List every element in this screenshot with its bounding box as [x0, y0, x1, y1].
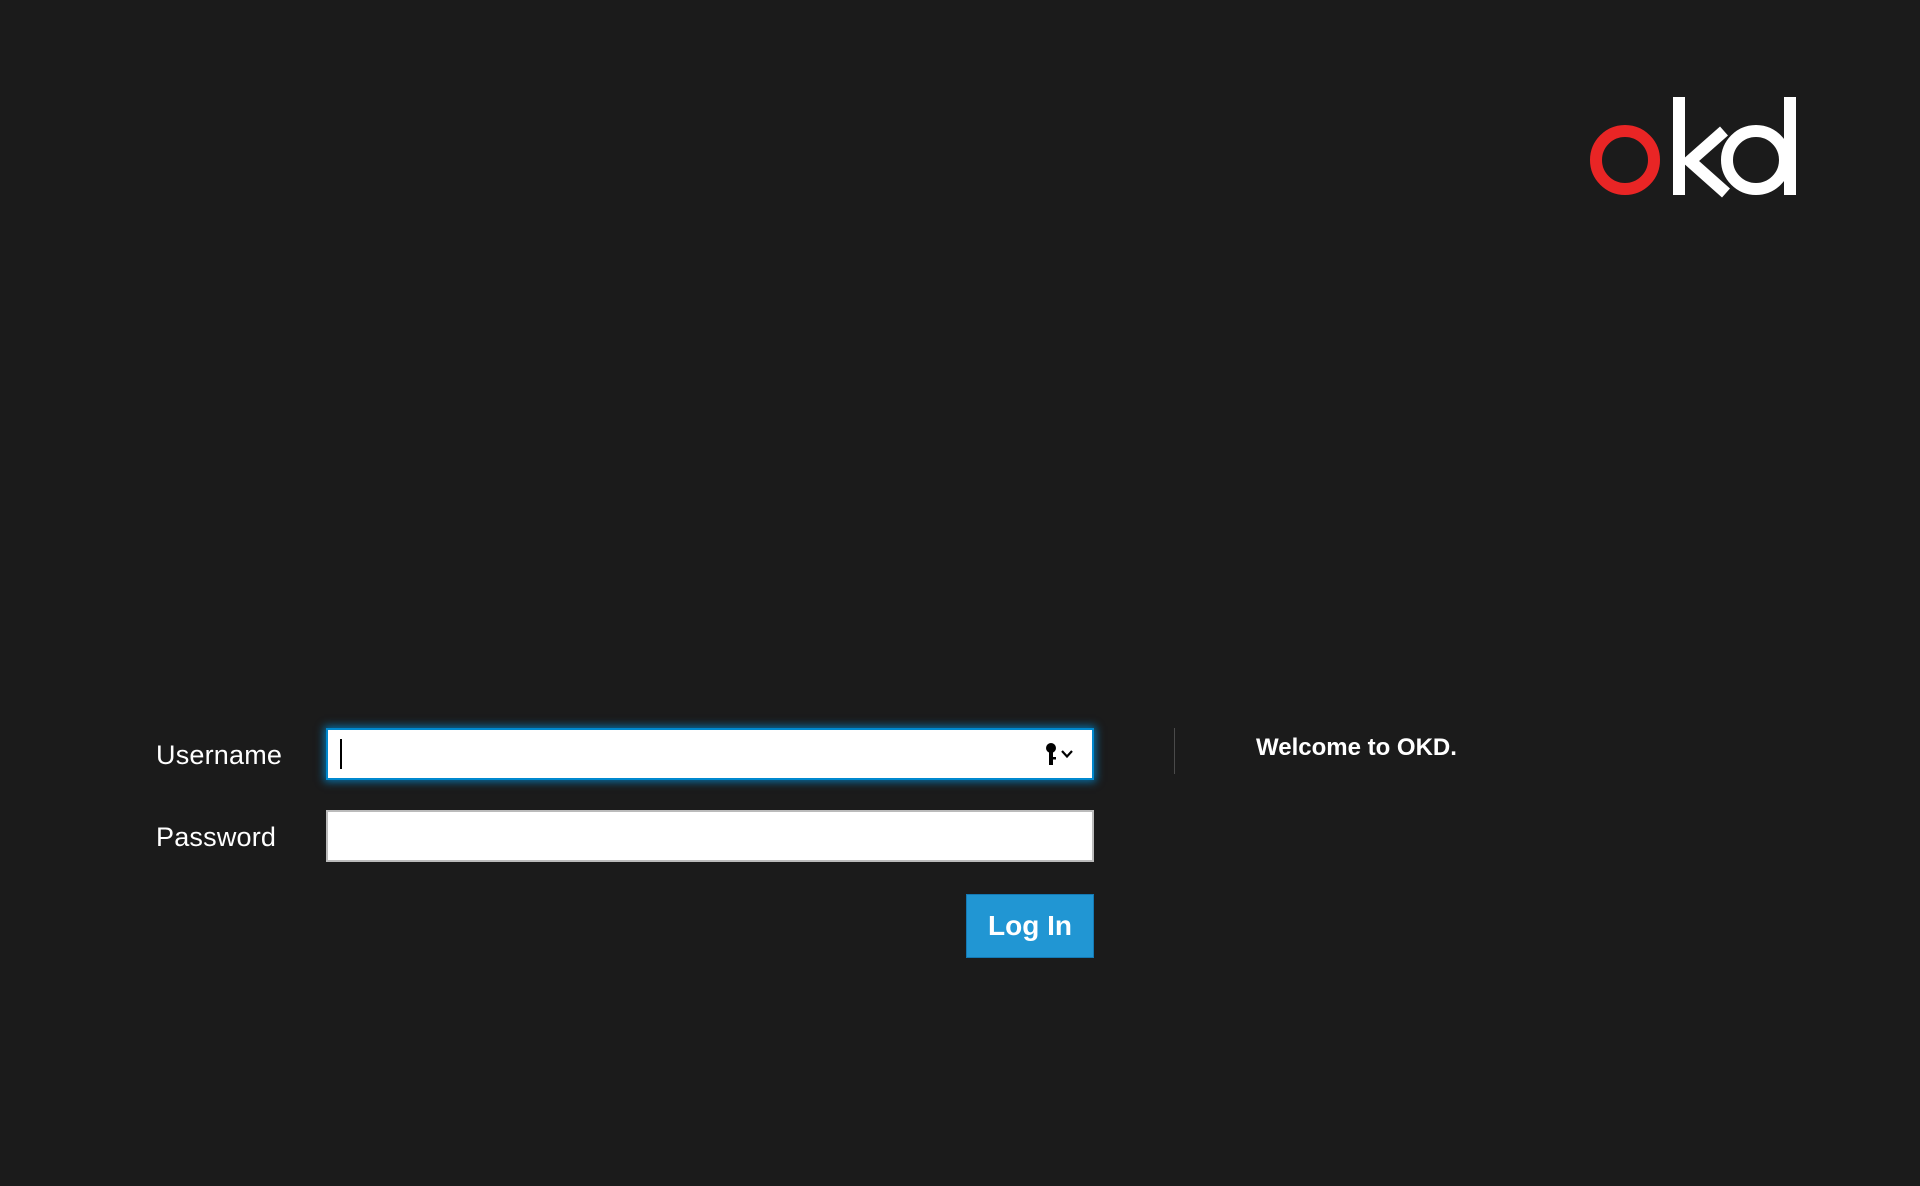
vertical-divider	[1174, 728, 1175, 774]
key-icon[interactable]	[1042, 742, 1078, 768]
login-page: Username Password Log In Welcome to OKD.	[0, 0, 1920, 1186]
login-form: Username Password	[156, 728, 1096, 892]
okd-logo	[1590, 97, 1796, 198]
text-cursor	[340, 739, 342, 769]
username-label: Username	[156, 740, 283, 770]
password-label: Password	[156, 822, 277, 852]
log-in-button[interactable]: Log In	[966, 894, 1094, 958]
username-field-wrapper	[326, 728, 1094, 780]
password-row: Password	[156, 810, 1096, 862]
password-field-wrapper	[326, 810, 1094, 862]
username-row: Username	[156, 728, 1096, 780]
password-input[interactable]	[328, 812, 1042, 860]
username-input[interactable]	[328, 730, 1042, 778]
welcome-message: Welcome to OKD.	[1256, 734, 1457, 761]
